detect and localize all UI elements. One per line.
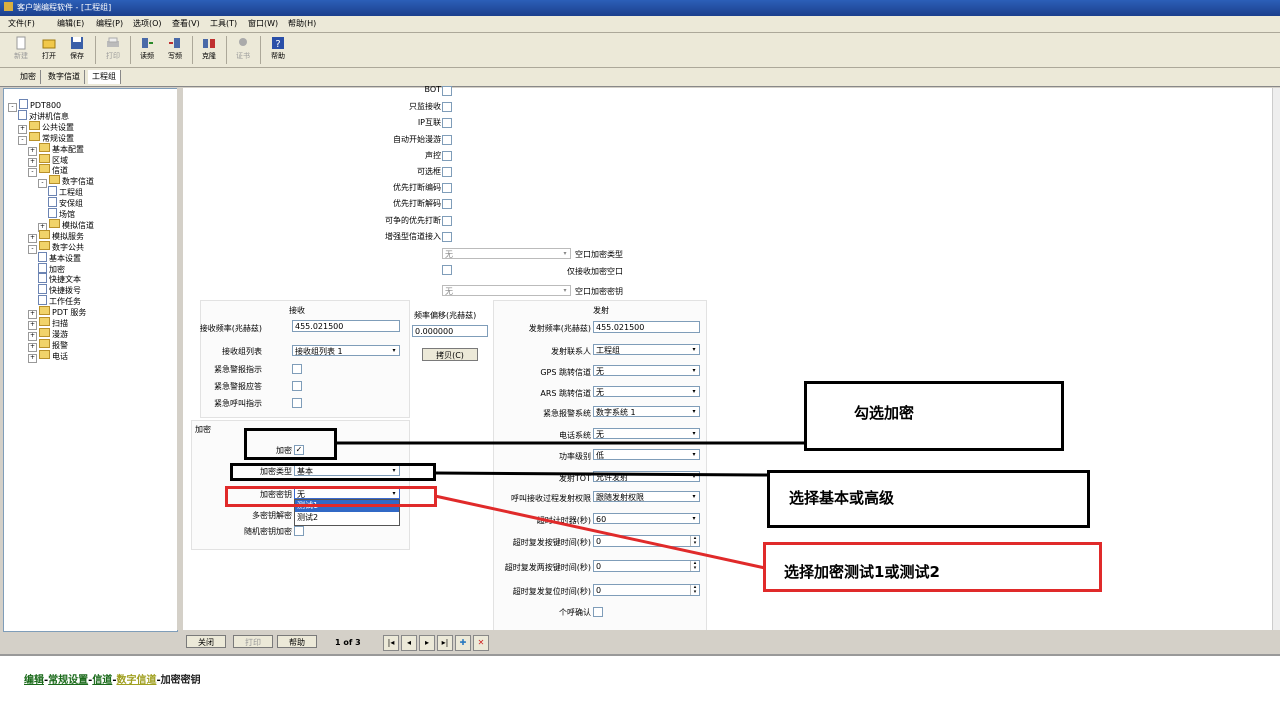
annotation-text-check: 勾选加密	[854, 404, 915, 422]
annotation-line-type	[434, 471, 769, 477]
annotation-lines	[337, 441, 805, 570]
annotation-box-enable	[244, 428, 337, 460]
annotation-box-key	[225, 486, 437, 507]
annotation-text-type: 选择基本或高级	[789, 489, 895, 507]
annotation-callout-check	[804, 381, 1064, 451]
annotation-line-key	[434, 494, 766, 570]
annotation-text-key: 选择加密测试1或测试2	[784, 563, 940, 581]
annotation-box-type	[230, 463, 436, 481]
